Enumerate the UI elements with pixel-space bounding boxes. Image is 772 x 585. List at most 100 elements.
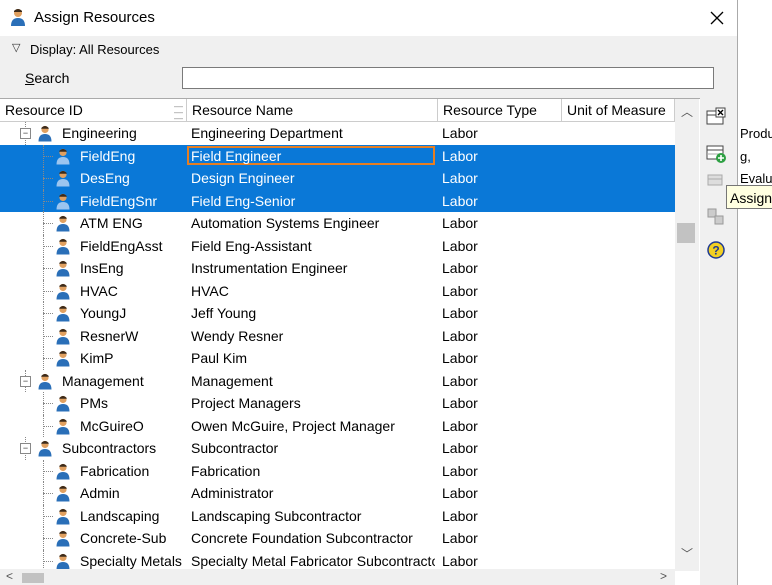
- resource-name-cell: Administrator: [191, 485, 274, 501]
- tree-line: [43, 268, 53, 269]
- table-row[interactable]: FieldEng Field Engineer Labor: [0, 144, 675, 167]
- assign-grid-icon: [706, 145, 726, 163]
- resource-grid: Resource ID ― ― ― Resource Name Resource T…: [0, 98, 700, 585]
- group-icon: [36, 124, 54, 142]
- resource-id-cell: PMs: [80, 395, 108, 411]
- resource-type-cell: Labor: [442, 215, 478, 231]
- resource-name-cell: Field Eng-Senior: [191, 192, 296, 209]
- scroll-right-icon[interactable]: >: [660, 569, 667, 583]
- resource-name-cell: Project Managers: [191, 395, 301, 411]
- background-text: Produ: [740, 126, 772, 141]
- table-row[interactable]: KimP Paul Kim Labor: [0, 347, 675, 370]
- column-header-unit-of-measure[interactable]: Unit of Measure: [562, 99, 675, 121]
- resource-name-cell: Field Eng-Assistant: [191, 237, 312, 254]
- hscroll-thumb[interactable]: [22, 573, 44, 583]
- tree-group-row[interactable]: − Subcontractors Subcontractor Labor: [0, 437, 675, 460]
- resource-id-cell: McGuireO: [80, 417, 144, 434]
- resource-name-cell: Landscaping Subcontractor: [191, 507, 362, 524]
- tree-line: [43, 178, 53, 179]
- table-row[interactable]: HVAC HVAC Labor: [0, 279, 675, 302]
- tree-line: [43, 470, 53, 472]
- resource-name-cell: Automation Systems Engineer: [191, 215, 380, 231]
- group-icon: [36, 439, 54, 457]
- column-header-resource-id[interactable]: Resource ID ― ― ―: [0, 99, 187, 121]
- background-text: g,: [740, 149, 751, 164]
- assign-button[interactable]: [703, 140, 729, 166]
- resource-type-cell: Labor: [442, 170, 478, 186]
- table-row[interactable]: InsEng Instrumentation Engineer Labor: [0, 257, 675, 280]
- table-row[interactable]: Landscaping Landscaping Subcontractor Labo…: [0, 504, 675, 527]
- table-row[interactable]: McGuireO Owen McGuire, Project Manager Lab…: [0, 414, 675, 437]
- help-icon: ?: [707, 241, 725, 259]
- collapse-icon[interactable]: −: [20, 443, 31, 454]
- resource-type-cell: Labor: [442, 395, 478, 411]
- tree-line: [43, 245, 53, 247]
- sort-icon[interactable]: ― ― ―: [174, 102, 183, 122]
- collapse-icon[interactable]: −: [20, 128, 31, 139]
- tree-line: [43, 515, 53, 517]
- tree-group-row[interactable]: − Management Management Labor: [0, 369, 675, 392]
- resource-id-cell: Management: [62, 372, 144, 389]
- resource-id-cell: InsEng: [80, 260, 124, 276]
- person-icon: [54, 214, 72, 232]
- remove-assignment-button[interactable]: [703, 104, 729, 130]
- resource-name-cell: Field Engineer: [191, 147, 282, 164]
- tree-line: [43, 290, 53, 292]
- column-header-resource-type[interactable]: Resource Type: [438, 99, 562, 121]
- display-bar[interactable]: ▽ Display: All Resources: [0, 38, 737, 62]
- tree-line: [43, 223, 53, 224]
- help-button[interactable]: ?: [703, 237, 729, 263]
- table-row[interactable]: ATM ENG Automation Systems Engineer Labor: [0, 212, 675, 235]
- resource-name-cell: Engineering Department: [191, 125, 343, 141]
- person-icon: [54, 417, 72, 435]
- collapse-icon[interactable]: −: [20, 375, 31, 387]
- scroll-up-icon[interactable]: ︿: [681, 103, 693, 120]
- close-button[interactable]: [700, 4, 734, 32]
- table-row[interactable]: FieldEngAsst Field Eng-Assistant Labor: [0, 234, 675, 257]
- resource-type-cell: Labor: [442, 192, 478, 209]
- table-row[interactable]: Concrete-Sub Concrete Foundation Subcontr…: [0, 527, 675, 550]
- person-icon: [54, 552, 72, 570]
- assign-tooltip: Assign: [726, 185, 772, 209]
- resource-type-cell: Labor: [442, 507, 478, 524]
- tree-line: [43, 335, 53, 337]
- table-row[interactable]: DesEng Design Engineer Labor: [0, 167, 675, 190]
- table-row[interactable]: Fabrication Fabrication Labor: [0, 459, 675, 482]
- resource-name-cell: Design Engineer: [191, 170, 295, 186]
- display-filter-label[interactable]: Display: All Resources: [30, 42, 159, 57]
- grid-rows: − Engineering Engineering Department Labor F…: [0, 122, 675, 572]
- title-bar: Assign Resources: [0, 0, 737, 36]
- resource-type-cell: Labor: [442, 305, 478, 321]
- table-row[interactable]: FieldEngSnr Field Eng-Senior Labor: [0, 189, 675, 212]
- tree-line: [43, 425, 53, 427]
- horizontal-scrollbar[interactable]: < >: [0, 569, 675, 585]
- tree-group-row[interactable]: − Engineering Engineering Department Labor: [0, 122, 675, 145]
- person-icon: [54, 259, 72, 277]
- replace-icon: [707, 208, 724, 225]
- resource-id-cell: FieldEngAsst: [80, 237, 163, 254]
- scroll-left-icon[interactable]: <: [6, 569, 13, 583]
- grid-header: Resource ID ― ― ― Resource Name Resource T…: [0, 99, 675, 122]
- resource-name-cell: Paul Kim: [191, 350, 248, 366]
- table-row[interactable]: PMs Project Managers Labor: [0, 392, 675, 415]
- svg-text:?: ?: [712, 244, 719, 258]
- chevron-down-icon[interactable]: ▽: [12, 41, 20, 54]
- scroll-thumb[interactable]: [677, 223, 695, 243]
- search-input[interactable]: [182, 67, 714, 89]
- resource-id-cell: Admin: [80, 485, 120, 501]
- resource-id-cell: FieldEngSnr: [80, 192, 158, 209]
- column-header-resource-name[interactable]: Resource Name: [187, 99, 438, 121]
- resource-type-cell: Labor: [442, 530, 478, 546]
- person-icon: [54, 147, 72, 165]
- table-row[interactable]: Admin Administrator Labor: [0, 482, 675, 505]
- person-icon: [54, 169, 72, 187]
- resource-id-cell: Concrete-Sub: [80, 530, 167, 546]
- resource-type-cell: Labor: [442, 147, 478, 164]
- table-row[interactable]: YoungJ Jeff Young Labor: [0, 302, 675, 325]
- vertical-scrollbar[interactable]: ︿ ﹀: [675, 99, 699, 571]
- assign-resources-dialog: Assign Resources ▽ Display: All Resource…: [0, 0, 738, 585]
- scroll-down-icon[interactable]: ﹀: [681, 545, 693, 562]
- person-icon: [54, 349, 72, 367]
- table-row[interactable]: ResnerW Wendy Resner Labor: [0, 324, 675, 347]
- person-icon: [54, 484, 72, 502]
